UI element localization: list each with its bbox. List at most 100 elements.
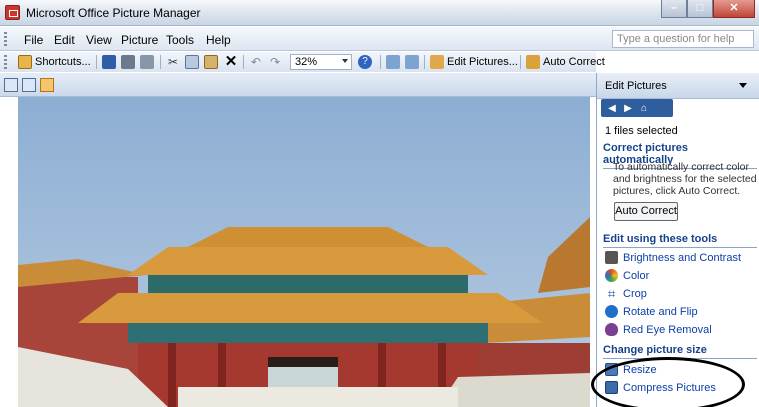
rotate-right-icon [405, 55, 419, 69]
undo-button[interactable]: ↶ [249, 54, 263, 70]
menu-grip-handle[interactable] [4, 32, 7, 46]
window-title: Microsoft Office Picture Manager [26, 6, 201, 20]
shortcuts-button[interactable]: Shortcuts... [18, 54, 91, 70]
copy-icon [185, 55, 199, 69]
compress-pictures-label: Compress Pictures [623, 381, 716, 394]
menu-picture-label: Picture [121, 33, 159, 47]
toolbar-separator [96, 55, 97, 69]
print-button[interactable] [121, 54, 135, 70]
minimize-icon: – [670, 2, 678, 14]
menu-help[interactable]: Help [206, 33, 231, 47]
menu-view[interactable]: View [86, 33, 112, 47]
red-eye-removal-link[interactable]: Red Eye Removal [605, 323, 712, 336]
print-icon [121, 55, 135, 69]
cut-button[interactable]: ✂ [166, 54, 180, 70]
files-selected-text: 1 files selected [605, 125, 678, 137]
shortcuts-icon [18, 55, 32, 69]
single-picture-view-button[interactable] [40, 78, 54, 92]
zoom-select[interactable]: 32% [290, 54, 352, 70]
color-label: Color [623, 269, 650, 282]
resize-link[interactable]: Resize [605, 363, 657, 376]
help-icon: ? [358, 55, 372, 69]
forbidden-city-photo [18, 97, 590, 407]
chevron-down-icon [342, 59, 348, 63]
auto-correct-toolbar-button[interactable]: Auto Correct [526, 54, 605, 70]
window-controls: – □ ✕ [661, 0, 755, 18]
close-icon: ✕ [729, 2, 739, 14]
menu-file-label: File [24, 33, 44, 47]
back-arrow-icon[interactable]: ◀ [605, 103, 619, 114]
redo-button[interactable]: ↷ [268, 54, 282, 70]
picture-preview-area[interactable] [0, 97, 596, 407]
maximize-button[interactable]: □ [687, 0, 713, 18]
color-wheel-icon [605, 269, 618, 282]
toolbar-separator [380, 55, 381, 69]
forward-arrow-icon[interactable]: ▶ [621, 103, 635, 114]
red-eye-removal-label: Red Eye Removal [623, 323, 712, 336]
menu-tools[interactable]: Tools [166, 33, 194, 47]
resize-icon [605, 363, 618, 376]
task-pane-title: Edit Pictures [605, 80, 667, 92]
rotate-left-icon [386, 55, 400, 69]
picture-manager-app-icon[interactable] [5, 5, 20, 20]
brightness-contrast-label: Brightness and Contrast [623, 251, 742, 264]
delete-button[interactable]: ✕ [224, 54, 238, 70]
save-button[interactable] [102, 54, 116, 70]
delete-icon: ✕ [224, 53, 238, 70]
color-link[interactable]: Color [605, 269, 649, 282]
edit-pictures-button[interactable]: Edit Pictures... [430, 54, 518, 70]
rotate-flip-link[interactable]: Rotate and Flip [605, 305, 698, 318]
email-button[interactable] [140, 54, 154, 70]
redo-icon: ↷ [269, 55, 281, 69]
rotate-icon [605, 305, 618, 318]
zoom-value: 32% [295, 56, 318, 68]
title-bar: Microsoft Office Picture Manager – □ ✕ [0, 0, 759, 26]
rotate-flip-label: Rotate and Flip [623, 305, 698, 318]
minimize-button[interactable]: – [661, 0, 687, 18]
paste-icon [204, 55, 218, 69]
correct-description: To automatically correct color and brigh… [613, 161, 757, 197]
home-icon[interactable]: ⌂ [637, 103, 651, 114]
crop-label: Crop [623, 287, 647, 300]
chevron-down-icon[interactable] [739, 83, 747, 88]
shortcuts-label: Shortcuts... [35, 56, 91, 68]
auto-correct-toolbar-label: Auto Correct [543, 56, 605, 68]
menu-help-label: Help [206, 33, 231, 47]
close-button[interactable]: ✕ [713, 0, 755, 18]
undo-icon: ↶ [250, 55, 262, 69]
help-search-input[interactable]: Type a question for help [612, 30, 754, 48]
compress-pictures-link[interactable]: Compress Pictures [605, 381, 716, 394]
crop-icon: ⌗ [607, 286, 616, 301]
rotate-right-button[interactable] [405, 54, 419, 70]
menu-edit[interactable]: Edit [54, 33, 75, 47]
rotate-left-button[interactable] [386, 54, 400, 70]
menu-tools-label: Tools [166, 33, 195, 47]
red-eye-icon [605, 323, 618, 336]
toolbar-separator [424, 55, 425, 69]
save-icon [102, 55, 116, 69]
paste-button[interactable] [204, 54, 218, 70]
auto-correct-button[interactable]: Auto Correct [614, 202, 678, 221]
task-pane-header: Edit Pictures [597, 73, 759, 99]
toolbar-separator [160, 55, 161, 69]
filmstrip-view-button[interactable] [22, 78, 36, 92]
photo-illustration [18, 217, 590, 407]
tools-section-heading: Edit using these tools [603, 233, 757, 248]
edit-pictures-icon [430, 55, 444, 69]
toolbar-grip-handle[interactable] [4, 55, 7, 69]
toolbar-separator [243, 55, 244, 69]
thumbnail-view-button[interactable] [4, 78, 18, 92]
brightness-contrast-link[interactable]: Brightness and Contrast [605, 251, 741, 264]
brightness-icon [605, 251, 618, 264]
auto-correct-icon [526, 55, 540, 69]
menu-file[interactable]: File [24, 33, 43, 47]
crop-link[interactable]: ⌗ Crop [605, 287, 647, 300]
menu-bar: File Edit View Picture Tools Help Type a… [0, 27, 759, 51]
menu-view-label: View [86, 33, 112, 47]
standard-toolbar: Shortcuts... ✂ ✕ ↶ ↷ 32% ? Edit Pictures… [0, 52, 605, 72]
copy-button[interactable] [185, 54, 199, 70]
help-button[interactable]: ? [358, 54, 372, 70]
menu-edit-label: Edit [54, 33, 75, 47]
menu-picture[interactable]: Picture [121, 33, 158, 47]
view-mode-bar [0, 73, 596, 97]
